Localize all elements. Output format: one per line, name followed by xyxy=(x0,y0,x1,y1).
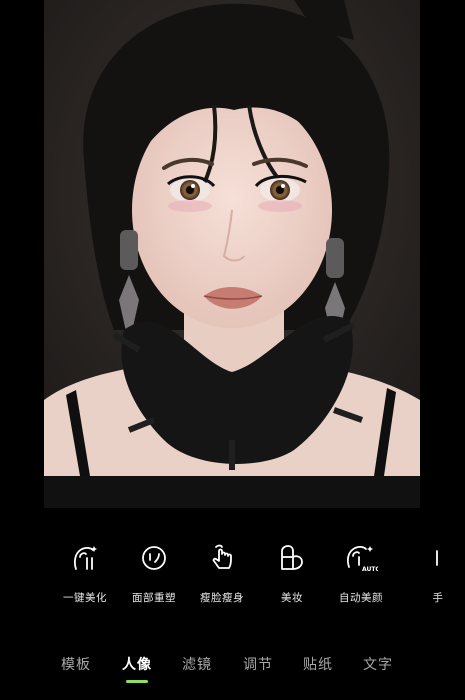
active-tab-indicator xyxy=(126,680,148,683)
tool-label: 自动美颜 xyxy=(339,592,383,604)
tool-one-click-beautify[interactable]: 一键美化 xyxy=(53,540,117,605)
tool-partial[interactable]: 手 xyxy=(398,540,462,605)
makeup-icon xyxy=(274,540,310,576)
bottom-tab-bar: 模板 人像 滤镜 调节 贴纸 文字 xyxy=(0,650,465,690)
tab-sticker[interactable]: 贴纸 xyxy=(303,654,333,674)
tool-face-reshape[interactable]: 面部重塑 xyxy=(122,540,186,605)
face-sparkle-icon xyxy=(67,540,103,576)
tool-slim[interactable]: 瘦脸瘦身 xyxy=(190,540,254,605)
right-edge xyxy=(420,0,465,510)
svg-text:AUTO: AUTO xyxy=(362,566,378,573)
tool-label: 一键美化 xyxy=(63,592,107,604)
tab-text[interactable]: 文字 xyxy=(363,654,393,674)
tab-filter[interactable]: 滤镜 xyxy=(182,654,212,674)
tool-makeup[interactable]: 美妆 xyxy=(260,540,324,605)
portrait-photo xyxy=(44,0,420,476)
photo-bottom-strip xyxy=(44,476,420,508)
auto-beauty-icon: AUTO xyxy=(343,540,379,576)
tab-portrait[interactable]: 人像 xyxy=(122,654,152,674)
left-edge xyxy=(0,0,44,510)
tab-adjust[interactable]: 调节 xyxy=(243,654,273,674)
photo-canvas[interactable] xyxy=(44,0,420,508)
tool-label: 瘦脸瘦身 xyxy=(200,592,244,604)
face-reshape-icon xyxy=(136,540,172,576)
tools-row: 一键美化 面部重塑 瘦脸瘦身 美妆 AUTO 自动美颜 手 xyxy=(0,540,465,610)
tool-label: 手 xyxy=(432,592,444,604)
tool-label: 面部重塑 xyxy=(132,592,176,604)
partial-tool-icon xyxy=(412,540,448,576)
tool-label: 美妆 xyxy=(281,592,303,604)
tool-auto-beauty[interactable]: AUTO 自动美颜 xyxy=(329,540,393,605)
hand-pointer-icon xyxy=(204,540,240,576)
tab-template[interactable]: 模板 xyxy=(61,654,91,674)
